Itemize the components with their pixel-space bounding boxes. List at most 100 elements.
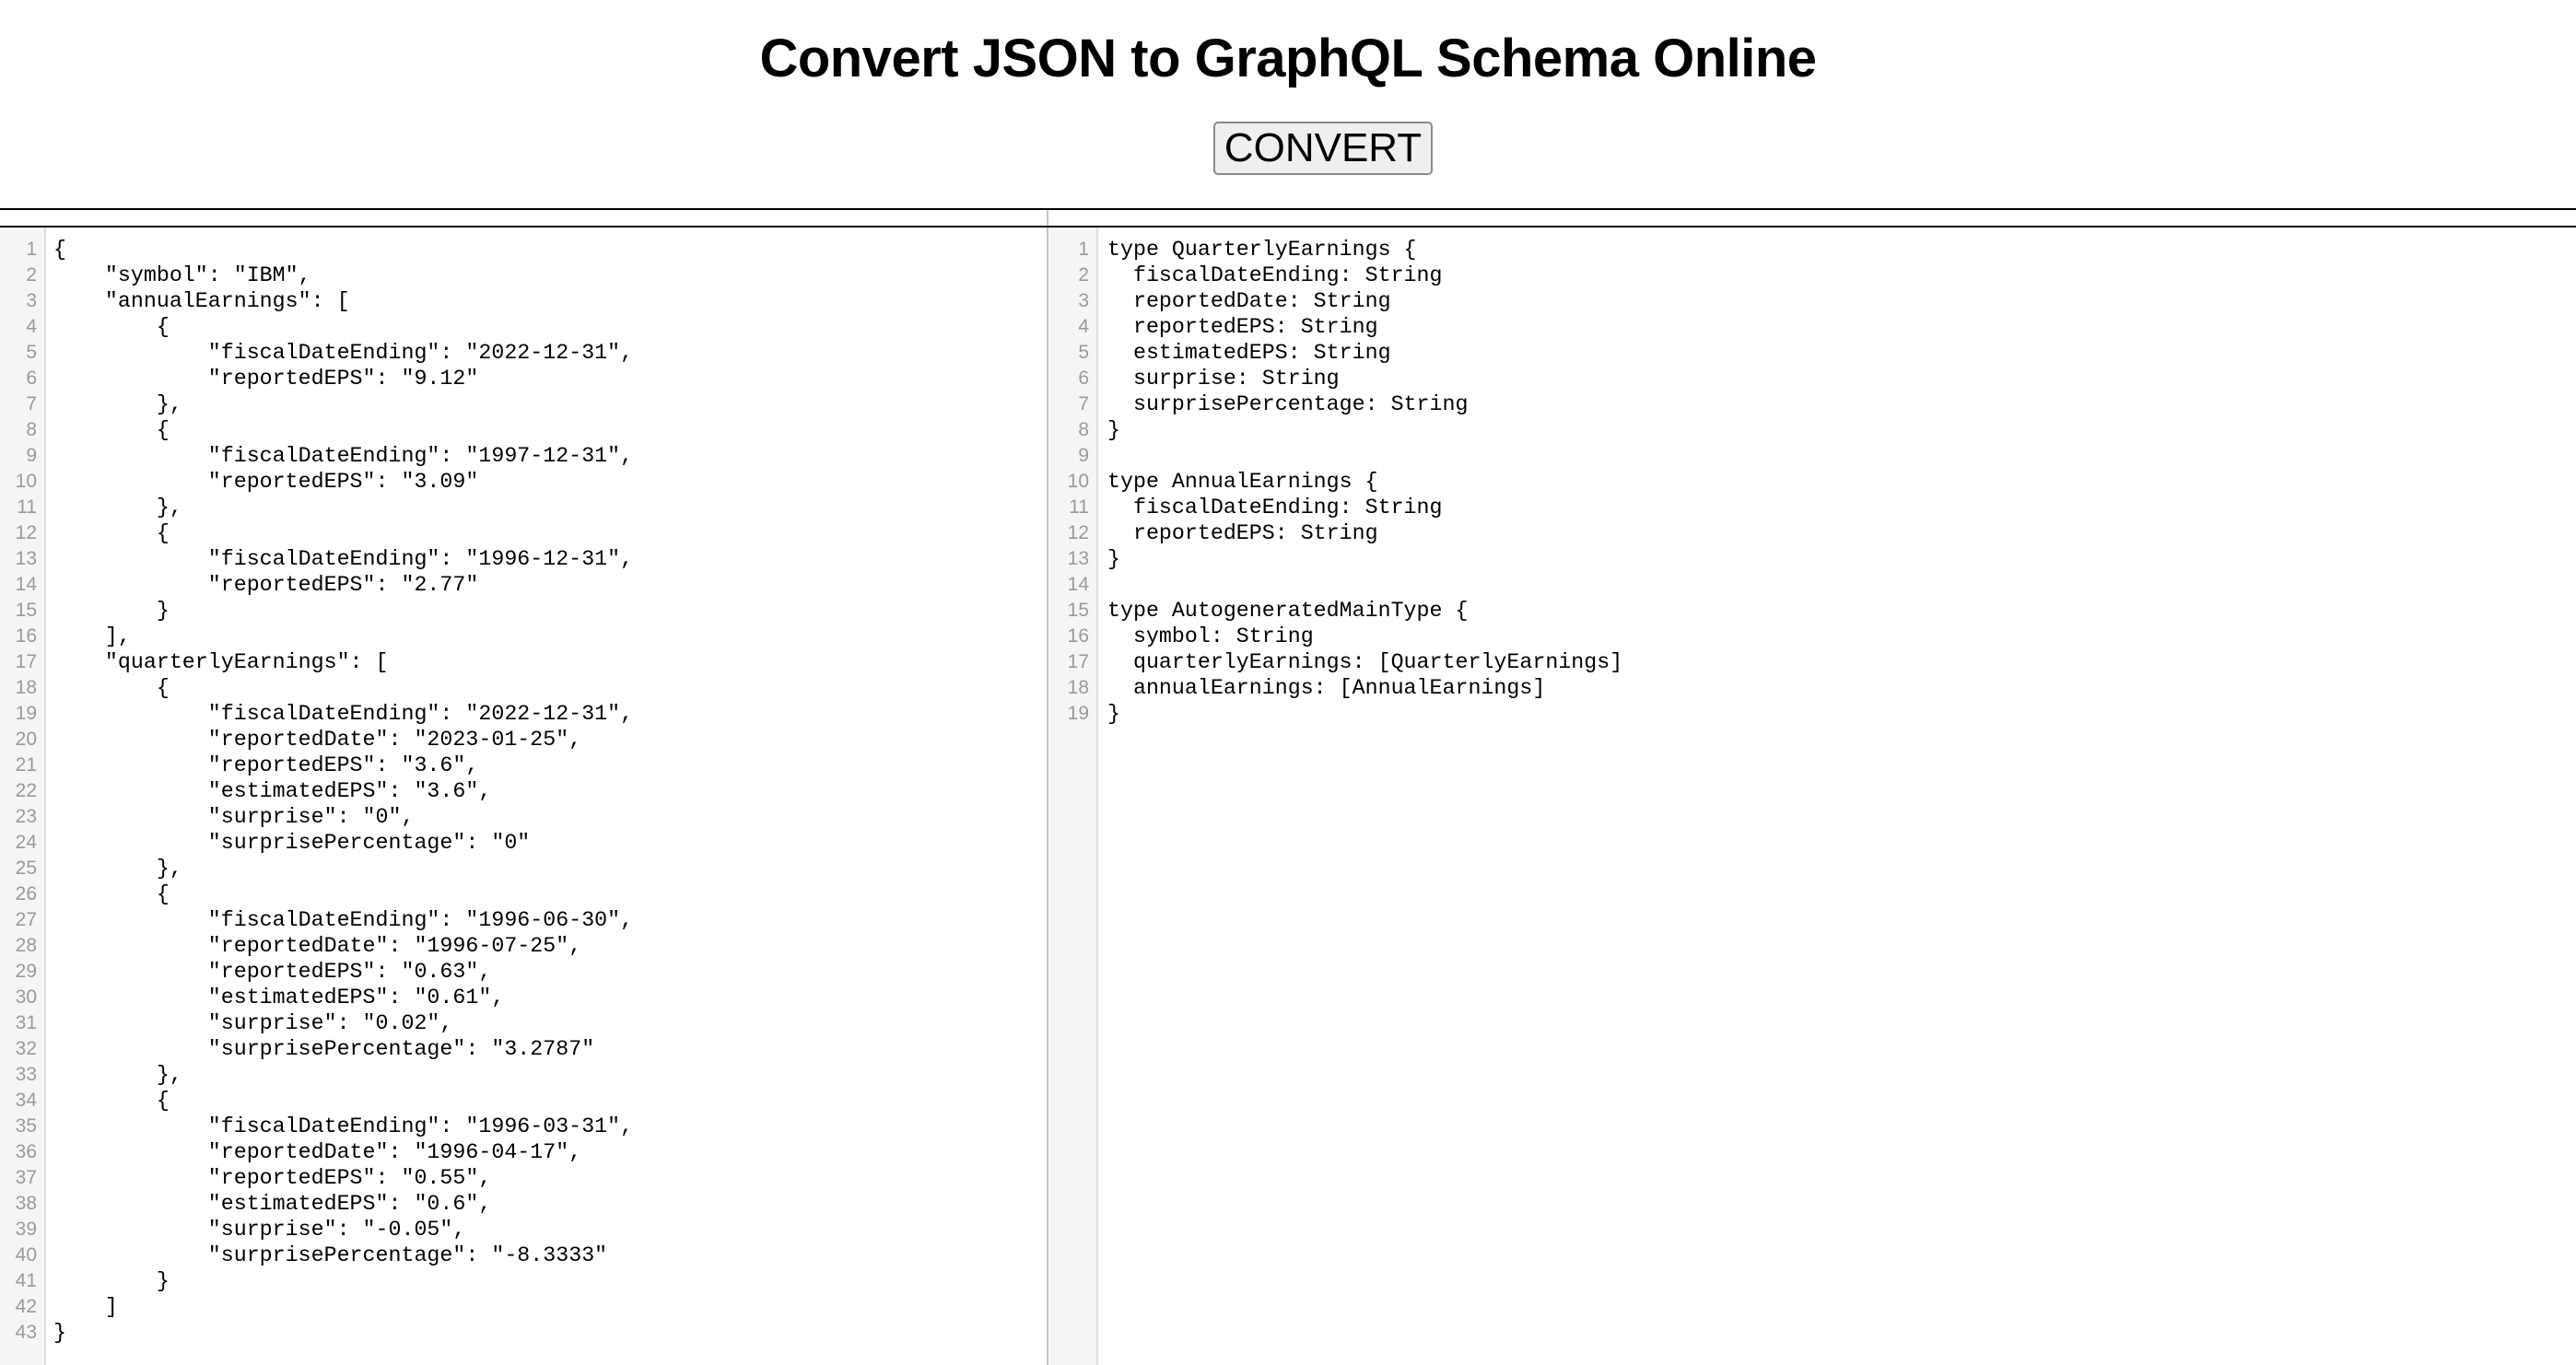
code-line[interactable]: 8} xyxy=(1048,417,2576,443)
code-line[interactable]: 24 "surprisePercentage": "0" xyxy=(0,830,1047,856)
code-line[interactable]: 7 }, xyxy=(0,391,1047,417)
line-number: 43 xyxy=(15,1322,37,1343)
code-text: type AnnualEarnings { xyxy=(1107,470,1378,494)
code-line[interactable]: 17 "quarterlyEarnings": [ xyxy=(0,649,1047,675)
code-line[interactable]: 32 "surprisePercentage": "3.2787" xyxy=(0,1036,1047,1062)
code-line[interactable]: 38 "estimatedEPS": "0.6", xyxy=(0,1191,1047,1217)
graphql-output-editor[interactable]: 1 type QuarterlyEarnings {2 fiscalDateEnd… xyxy=(1047,228,2576,1365)
code-text: { xyxy=(53,521,170,545)
code-line[interactable]: 6 "reportedEPS": "9.12" xyxy=(0,366,1047,391)
code-line[interactable]: 1 type QuarterlyEarnings { xyxy=(1048,237,2576,262)
code-line[interactable]: 21 "reportedEPS": "3.6", xyxy=(0,752,1047,778)
line-number: 6 xyxy=(26,368,37,389)
code-text: "reportedEPS": "3.09" xyxy=(53,470,479,494)
code-line[interactable]: 37 "reportedEPS": "0.55", xyxy=(0,1165,1047,1191)
line-number: 31 xyxy=(15,1012,37,1033)
divider-top xyxy=(0,208,2576,210)
code-line[interactable]: 14 xyxy=(1048,572,2576,598)
code-line[interactable]: 12 { xyxy=(0,520,1047,546)
line-number: 3 xyxy=(26,290,37,311)
code-line[interactable]: 36 "reportedDate": "1996-04-17", xyxy=(0,1139,1047,1165)
code-line[interactable]: 14 "reportedEPS": "2.77" xyxy=(0,572,1047,598)
code-line[interactable]: 43} xyxy=(0,1320,1047,1346)
code-text: "fiscalDateEnding": "2022-12-31", xyxy=(53,341,634,365)
code-line[interactable]: 27 "fiscalDateEnding": "1996-06-30", xyxy=(0,907,1047,933)
code-line[interactable]: 40 "surprisePercentage": "-8.3333" xyxy=(0,1242,1047,1268)
code-line[interactable]: 2 fiscalDateEnding: String xyxy=(1048,262,2576,288)
code-line[interactable]: 15 } xyxy=(0,598,1047,624)
code-line[interactable]: 10 type AnnualEarnings { xyxy=(1048,469,2576,495)
code-line[interactable]: 3 "annualEarnings": [ xyxy=(0,288,1047,314)
code-line[interactable]: 31 "surprise": "0.02", xyxy=(0,1010,1047,1036)
code-line[interactable]: 15 type AutogeneratedMainType { xyxy=(1048,598,2576,624)
code-line[interactable]: 25 }, xyxy=(0,856,1047,881)
code-text: "reportedEPS": "3.6", xyxy=(53,753,479,777)
code-line[interactable]: 3 reportedDate: String xyxy=(1048,288,2576,314)
code-line[interactable]: 2 "symbol": "IBM", xyxy=(0,262,1047,288)
line-number: 9 xyxy=(26,445,37,466)
line-number: 26 xyxy=(15,883,37,904)
code-line[interactable]: 12 reportedEPS: String xyxy=(1048,520,2576,546)
code-line[interactable]: 41 } xyxy=(0,1268,1047,1294)
line-number: 8 xyxy=(26,419,37,440)
code-line[interactable]: 20 "reportedDate": "2023-01-25", xyxy=(0,727,1047,752)
convert-button[interactable]: CONVERT xyxy=(1213,122,1433,175)
code-line[interactable]: 22 "estimatedEPS": "3.6", xyxy=(0,778,1047,804)
code-line[interactable]: 29 "reportedEPS": "0.63", xyxy=(0,959,1047,985)
line-number: 11 xyxy=(1069,496,1089,518)
code-line[interactable]: 13} xyxy=(1048,546,2576,572)
json-input-editor[interactable]: 1{2 "symbol": "IBM", 3 "annualEarnings": … xyxy=(0,228,1047,1365)
code-lines[interactable]: 1{2 "symbol": "IBM", 3 "annualEarnings": … xyxy=(0,237,1047,1346)
code-line[interactable]: 10 "reportedEPS": "3.09" xyxy=(0,469,1047,495)
code-line[interactable]: 23 "surprise": "0", xyxy=(0,804,1047,830)
code-text: type AutogeneratedMainType { xyxy=(1107,599,1469,623)
code-text: } xyxy=(53,599,170,623)
code-line[interactable]: 33 }, xyxy=(0,1062,1047,1088)
line-number: 16 xyxy=(15,625,37,647)
code-line[interactable]: 4 { xyxy=(0,314,1047,340)
code-line[interactable]: 7 surprisePercentage: String xyxy=(1048,391,2576,417)
code-line[interactable]: 9 "fiscalDateEnding": "1997-12-31", xyxy=(0,443,1047,469)
line-number: 20 xyxy=(15,729,37,750)
code-line[interactable]: 4 reportedEPS: String xyxy=(1048,314,2576,340)
code-line[interactable]: 18 annualEarnings: [AnnualEarnings] xyxy=(1048,675,2576,701)
code-text: "reportedEPS": "9.12" xyxy=(53,367,479,391)
code-line[interactable]: 16 ], xyxy=(0,624,1047,649)
code-line[interactable]: 17 quarterlyEarnings: [QuarterlyEarnings… xyxy=(1048,649,2576,675)
code-line[interactable]: 34 { xyxy=(0,1088,1047,1114)
code-text: "surprise": "0.02", xyxy=(53,1011,453,1035)
line-number: 9 xyxy=(1078,445,1089,466)
code-line[interactable]: 5 estimatedEPS: String xyxy=(1048,340,2576,366)
line-number: 36 xyxy=(15,1141,37,1162)
code-line[interactable]: 1{ xyxy=(0,237,1047,262)
code-text: annualEarnings: [AnnualEarnings] xyxy=(1107,676,1546,700)
code-line[interactable]: 11 fiscalDateEnding: String xyxy=(1048,495,2576,520)
code-text: "surprisePercentage": "-8.3333" xyxy=(53,1243,608,1267)
code-line[interactable]: 42 ] xyxy=(0,1294,1047,1320)
code-line[interactable]: 35 "fiscalDateEnding": "1996-03-31", xyxy=(0,1114,1047,1139)
code-line[interactable]: 28 "reportedDate": "1996-07-25", xyxy=(0,933,1047,959)
code-line[interactable]: 6 surprise: String xyxy=(1048,366,2576,391)
line-number: 18 xyxy=(1067,677,1089,698)
code-line[interactable]: 8 { xyxy=(0,417,1047,443)
code-lines[interactable]: 1 type QuarterlyEarnings {2 fiscalDateEnd… xyxy=(1048,237,2576,727)
code-text: "symbol": "IBM", xyxy=(53,263,311,287)
code-line[interactable]: 39 "surprise": "-0.05", xyxy=(0,1217,1047,1242)
code-line[interactable]: 26 { xyxy=(0,881,1047,907)
code-text: { xyxy=(53,315,170,339)
code-text: }, xyxy=(53,1063,182,1087)
code-line[interactable]: 18 { xyxy=(0,675,1047,701)
code-line[interactable]: 11 }, xyxy=(0,495,1047,520)
code-line[interactable]: 5 "fiscalDateEnding": "2022-12-31", xyxy=(0,340,1047,366)
code-line[interactable]: 19} xyxy=(1048,701,2576,727)
line-number: 34 xyxy=(15,1090,37,1111)
code-line[interactable]: 19 "fiscalDateEnding": "2022-12-31", xyxy=(0,701,1047,727)
line-number: 15 xyxy=(1067,600,1089,621)
code-line[interactable]: 16 symbol: String xyxy=(1048,624,2576,649)
pane-splitter[interactable] xyxy=(1047,210,1048,226)
line-number: 38 xyxy=(15,1193,37,1214)
code-line[interactable]: 30 "estimatedEPS": "0.61", xyxy=(0,985,1047,1010)
code-line[interactable]: 9 xyxy=(1048,443,2576,469)
code-text: quarterlyEarnings: [QuarterlyEarnings] xyxy=(1107,650,1623,674)
code-line[interactable]: 13 "fiscalDateEnding": "1996-12-31", xyxy=(0,546,1047,572)
